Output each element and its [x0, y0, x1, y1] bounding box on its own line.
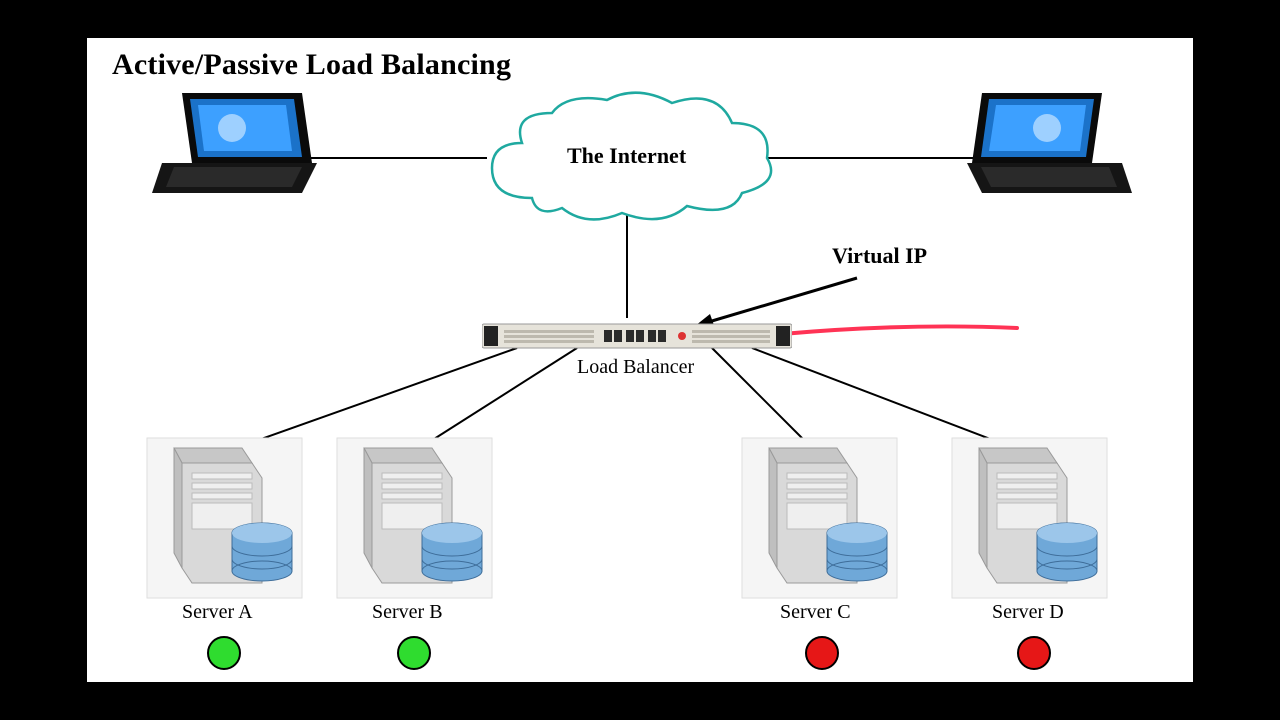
server-a-status-dot	[207, 636, 241, 670]
diagram-title: Active/Passive Load Balancing	[112, 48, 511, 82]
server-b-status-dot	[397, 636, 431, 670]
load-balancer-icon	[482, 318, 792, 356]
server-c-status-dot	[805, 636, 839, 670]
server-a-label: Server A	[182, 601, 253, 624]
server-b-icon	[352, 443, 492, 593]
diagram-canvas: Active/Passive Load Balancing The Intern…	[85, 36, 1195, 684]
server-c-icon	[757, 443, 897, 593]
load-balancer-label: Load Balancer	[577, 356, 694, 379]
laptop-right-icon	[967, 83, 1132, 208]
virtual-ip-label: Virtual IP	[832, 243, 927, 269]
server-d-icon	[967, 443, 1107, 593]
server-d-status-dot	[1017, 636, 1051, 670]
laptop-left-icon	[152, 83, 317, 208]
cloud-label: The Internet	[567, 143, 686, 169]
server-c-label: Server C	[780, 601, 851, 624]
server-d-label: Server D	[992, 601, 1064, 624]
server-a-icon	[162, 443, 302, 593]
server-b-label: Server B	[372, 601, 443, 624]
